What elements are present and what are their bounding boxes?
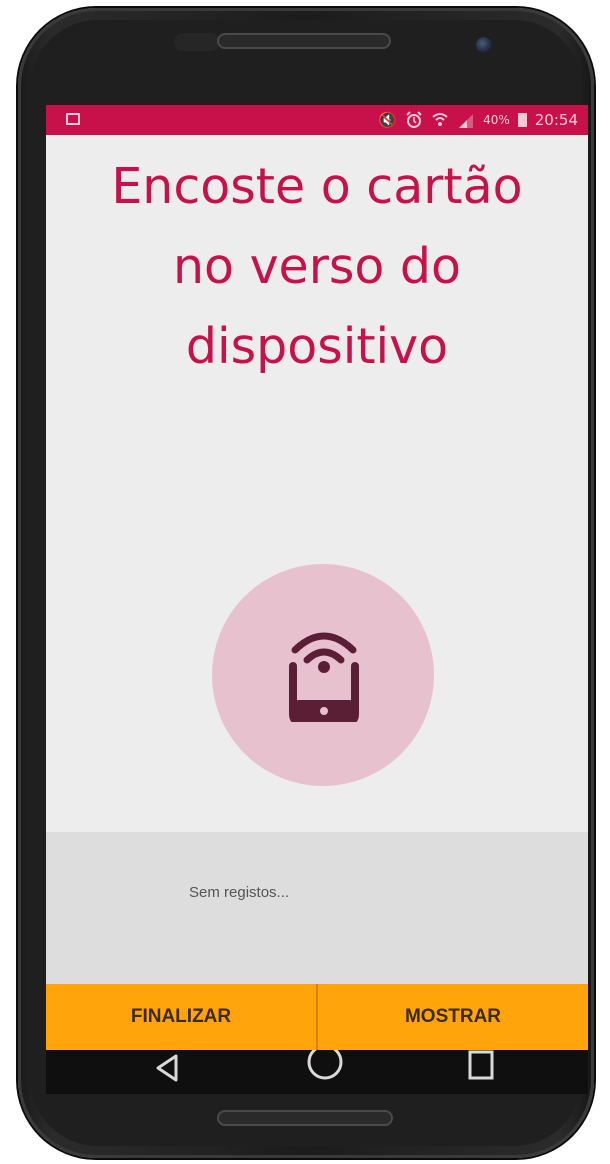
log-panel: Sem registos... bbox=[46, 832, 588, 984]
title-line-3: dispositivo bbox=[185, 318, 449, 375]
image-notification-icon bbox=[66, 113, 80, 125]
top-speaker bbox=[217, 33, 391, 49]
clock: 20:54 bbox=[534, 111, 578, 129]
battery-percent: 40% bbox=[483, 113, 510, 127]
show-button[interactable]: MOSTRAR bbox=[318, 984, 588, 1050]
status-icons: 🔇 40% 20:54 bbox=[378, 110, 578, 130]
mute-icon: 🔇 bbox=[378, 111, 398, 129]
finalize-button[interactable]: FINALIZAR bbox=[46, 984, 316, 1050]
proximity-sensor bbox=[174, 33, 220, 51]
instruction-title: Encoste o cartão no verso do dispositivo bbox=[46, 147, 588, 387]
wifi-icon bbox=[432, 113, 448, 126]
nav-back-button[interactable] bbox=[146, 1050, 196, 1094]
title-line-2: no verso do bbox=[172, 238, 462, 295]
action-bar: FINALIZAR MOSTRAR bbox=[46, 984, 588, 1050]
bottom-speaker bbox=[217, 1110, 393, 1126]
system-nav-bar bbox=[46, 1044, 588, 1094]
nfc-indicator bbox=[212, 564, 434, 786]
back-triangle-icon bbox=[156, 1054, 178, 1082]
button-divider bbox=[316, 984, 318, 1050]
nav-home-button[interactable] bbox=[300, 1044, 350, 1094]
front-camera bbox=[476, 37, 492, 53]
nav-recent-button[interactable] bbox=[456, 1050, 506, 1094]
signal-icon bbox=[459, 114, 474, 128]
status-bar: 🔇 40% 20:54 bbox=[46, 105, 588, 135]
log-empty-text: Sem registos... bbox=[189, 884, 290, 901]
nfc-phone-icon bbox=[289, 632, 359, 722]
alarm-icon bbox=[406, 111, 422, 128]
recent-square-icon bbox=[468, 1050, 494, 1080]
battery-icon bbox=[517, 113, 527, 127]
title-line-1: Encoste o cartão bbox=[111, 158, 523, 215]
home-circle-icon bbox=[307, 1044, 343, 1080]
app-screen: 🔇 40% 20:54 Encoste o cartão no verso do… bbox=[46, 105, 588, 1094]
